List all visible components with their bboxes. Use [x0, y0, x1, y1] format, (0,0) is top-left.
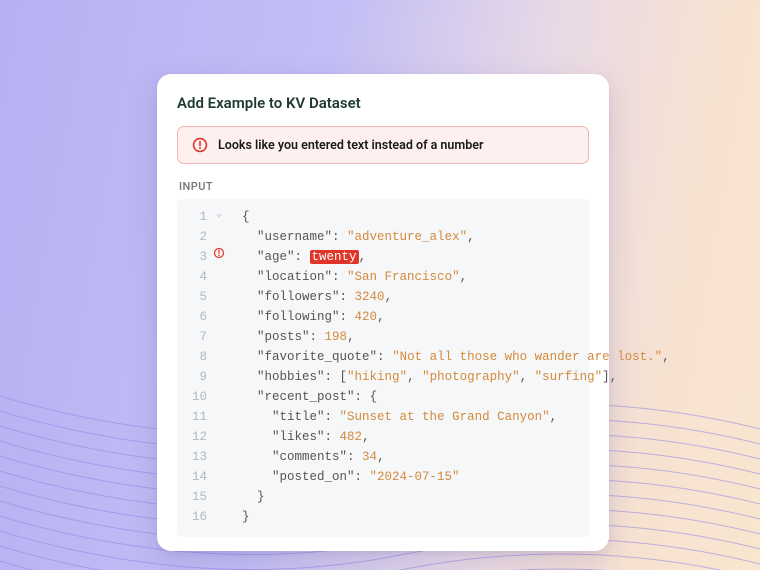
code-line[interactable]: 16 } [177, 507, 589, 527]
code-content: { [227, 207, 589, 227]
code-line[interactable]: 6 "following": 420, [177, 307, 589, 327]
code-content: "age": twenty, [227, 247, 589, 267]
code-content: "username": "adventure_alex", [227, 227, 589, 247]
code-line[interactable]: 13 "comments": 34, [177, 447, 589, 467]
line-error-icon [211, 247, 227, 259]
code-content: } [227, 487, 589, 507]
code-line[interactable]: 1⌄ { [177, 207, 589, 227]
line-number: 2 [177, 227, 211, 247]
fold-chevron-icon: ⌄ [211, 207, 227, 223]
error-alert: Looks like you entered text instead of a… [177, 126, 589, 164]
background: Add Example to KV Dataset Looks like you… [0, 0, 760, 570]
code-content: "likes": 482, [227, 427, 589, 447]
alert-message: Looks like you entered text instead of a… [218, 138, 484, 153]
line-number: 5 [177, 287, 211, 307]
code-content: "recent_post": { [227, 387, 589, 407]
code-content: "posts": 198, [227, 327, 589, 347]
line-number: 12 [177, 427, 211, 447]
code-content: "title": "Sunset at the Grand Canyon", [227, 407, 589, 427]
dialog-title: Add Example to KV Dataset [177, 94, 589, 112]
line-number: 7 [177, 327, 211, 347]
line-number: 9 [177, 367, 211, 387]
code-content: "comments": 34, [227, 447, 589, 467]
code-line[interactable]: 4 "location": "San Francisco", [177, 267, 589, 287]
code-line[interactable]: 10 "recent_post": { [177, 387, 589, 407]
line-number: 3 [177, 247, 211, 267]
code-content: "followers": 3240, [227, 287, 589, 307]
code-content: "following": 420, [227, 307, 589, 327]
code-content: } [227, 507, 589, 527]
code-line[interactable]: 12 "likes": 482, [177, 427, 589, 447]
code-line[interactable]: 14 "posted_on": "2024-07-15" [177, 467, 589, 487]
code-line[interactable]: 8 "favorite_quote": "Not all those who w… [177, 347, 589, 367]
line-number: 14 [177, 467, 211, 487]
line-number: 15 [177, 487, 211, 507]
line-number: 16 [177, 507, 211, 527]
alert-error-icon [192, 137, 208, 153]
code-line[interactable]: 2 "username": "adventure_alex", [177, 227, 589, 247]
code-content: "favorite_quote": "Not all those who wan… [227, 347, 670, 367]
line-number: 8 [177, 347, 211, 367]
code-line[interactable]: 11 "title": "Sunset at the Grand Canyon"… [177, 407, 589, 427]
line-number: 13 [177, 447, 211, 467]
code-content: "posted_on": "2024-07-15" [227, 467, 589, 487]
line-number: 1 [177, 207, 211, 227]
code-line[interactable]: 7 "posts": 198, [177, 327, 589, 347]
input-section-label: INPUT [179, 180, 589, 193]
code-line[interactable]: 5 "followers": 3240, [177, 287, 589, 307]
dialog-card: Add Example to KV Dataset Looks like you… [157, 74, 609, 551]
code-editor[interactable]: 1⌄ {2 "username": "adventure_alex",3 "ag… [177, 199, 589, 537]
line-number: 4 [177, 267, 211, 287]
line-number: 6 [177, 307, 211, 327]
code-line[interactable]: 3 "age": twenty, [177, 247, 589, 267]
line-number: 10 [177, 387, 211, 407]
code-line[interactable]: 9 "hobbies": ["hiking", "photography", "… [177, 367, 589, 387]
error-token: twenty [310, 250, 359, 264]
code-content: "hobbies": ["hiking", "photography", "su… [227, 367, 617, 387]
line-number: 11 [177, 407, 211, 427]
code-content: "location": "San Francisco", [227, 267, 589, 287]
code-line[interactable]: 15 } [177, 487, 589, 507]
